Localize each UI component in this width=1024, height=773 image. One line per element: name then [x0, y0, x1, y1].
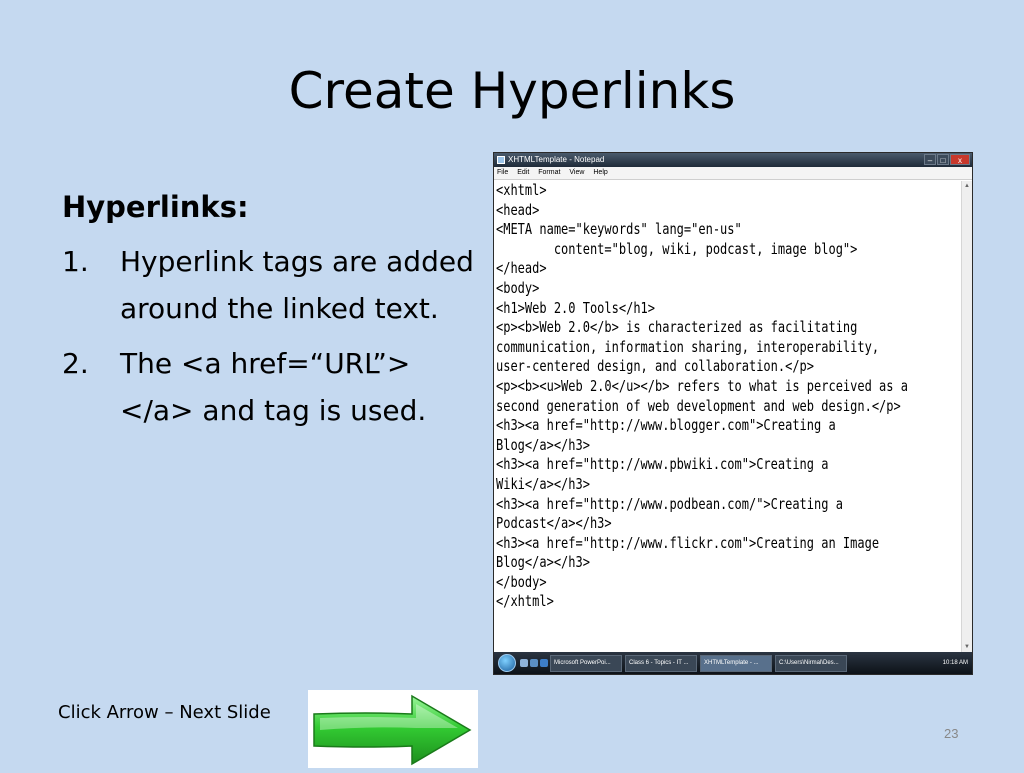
- notepad-window-screenshot: XHTMLTemplate - Notepad – □ x File Edit …: [493, 152, 973, 675]
- list-item: 1. Hyperlink tags are added around the l…: [62, 238, 482, 332]
- notepad-menubar: File Edit Format View Help: [494, 167, 972, 180]
- scroll-up-icon[interactable]: ▲: [964, 183, 970, 189]
- vertical-scrollbar[interactable]: ▲ ▼: [961, 181, 972, 652]
- right-arrow-icon[interactable]: [308, 690, 478, 768]
- notepad-code-text[interactable]: <xhtml> <head> <META name="keywords" lan…: [496, 181, 964, 652]
- section-heading: Hyperlinks:: [62, 190, 249, 224]
- quick-launch-icon[interactable]: [530, 659, 538, 667]
- notepad-titlebar: XHTMLTemplate - Notepad – □ x: [494, 153, 972, 167]
- taskbar-button-powerpoint[interactable]: Microsoft PowerPoi...: [550, 654, 622, 672]
- list-item-number: 1.: [62, 245, 89, 278]
- notepad-window-title: XHTMLTemplate - Notepad: [508, 155, 605, 164]
- system-tray-clock: 10:18 AM: [942, 660, 968, 666]
- maximize-icon[interactable]: □: [937, 154, 949, 165]
- bullet-list-container: Hyperlinks: 1. Hyperlink tags are added …: [62, 190, 482, 442]
- minimize-icon[interactable]: –: [924, 154, 936, 165]
- taskbar-button-notepad[interactable]: XHTMLTemplate - ...: [700, 654, 772, 672]
- menu-view[interactable]: View: [569, 169, 584, 176]
- list-item-number: 2.: [62, 347, 89, 380]
- menu-help[interactable]: Help: [593, 169, 607, 176]
- page-number: 23: [944, 726, 959, 741]
- show-desktop-icon[interactable]: [520, 659, 528, 667]
- numbered-list: 1. Hyperlink tags are added around the l…: [62, 238, 482, 434]
- windows-start-icon[interactable]: [498, 654, 516, 672]
- next-slide-button[interactable]: [308, 690, 478, 768]
- taskbar-button-class6[interactable]: Class 6 - Topics - IT ...: [625, 654, 697, 672]
- taskbar-button-explorer[interactable]: C:\Users\Nirmal\Des...: [775, 654, 847, 672]
- slide-title: Create Hyperlinks: [288, 62, 736, 120]
- menu-edit[interactable]: Edit: [517, 169, 529, 176]
- window-controls: – □ x: [924, 154, 970, 165]
- notepad-app-icon: [497, 156, 505, 164]
- close-icon[interactable]: x: [950, 154, 970, 165]
- next-slide-instruction: Click Arrow – Next Slide: [58, 702, 271, 723]
- windows-taskbar: Microsoft PowerPoi... Class 6 - Topics -…: [494, 652, 972, 674]
- menu-format[interactable]: Format: [538, 169, 560, 176]
- list-item: 2. The <a href=“URL”></a> and tag is use…: [62, 340, 482, 434]
- list-item-text: Hyperlink tags are added around the link…: [120, 245, 474, 325]
- list-item-text: The <a href=“URL”></a> and tag is used.: [120, 347, 427, 427]
- menu-file[interactable]: File: [497, 169, 508, 176]
- scroll-down-icon[interactable]: ▼: [964, 644, 970, 650]
- internet-explorer-icon[interactable]: [540, 659, 548, 667]
